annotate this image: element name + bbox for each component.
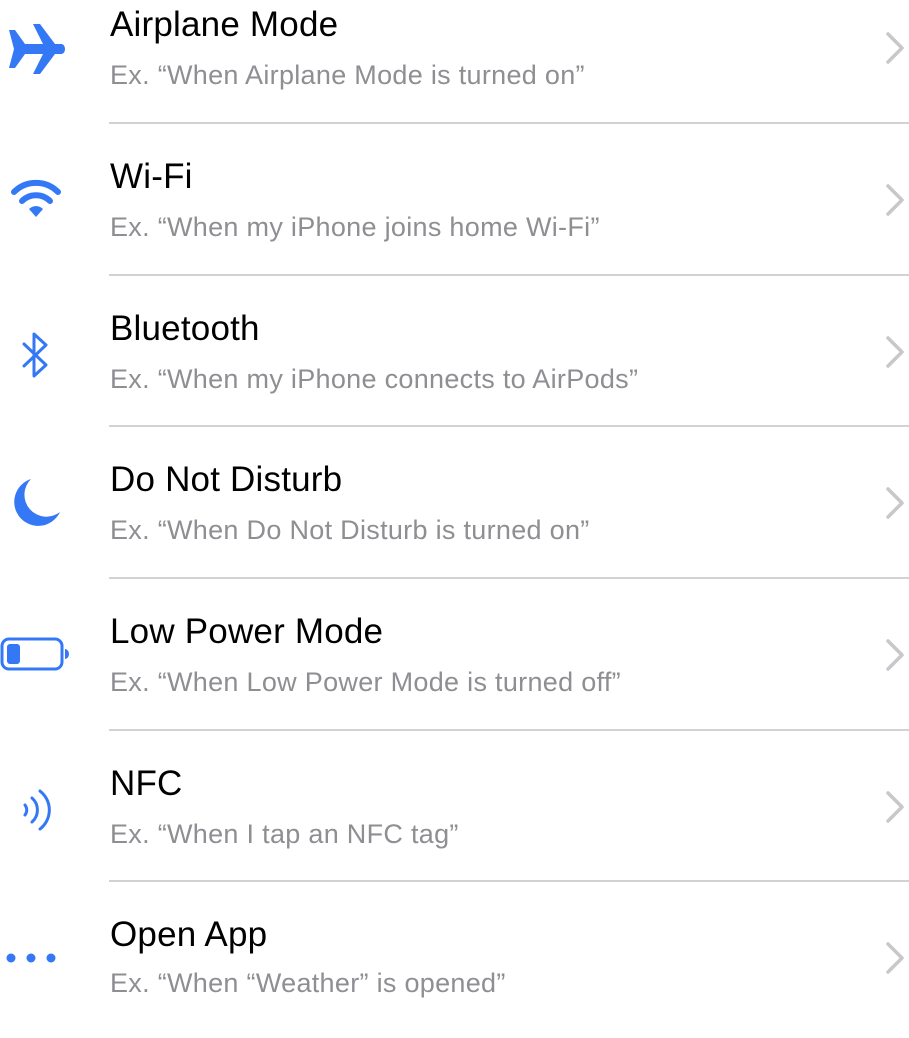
chevron-right-icon xyxy=(886,942,904,974)
row-separator xyxy=(109,122,909,124)
chevron-right-icon xyxy=(886,32,904,64)
trigger-title: Airplane Mode xyxy=(110,5,339,44)
battery-icon xyxy=(0,624,72,684)
chevron-right-icon xyxy=(886,791,904,823)
chevron-right-icon xyxy=(886,184,904,216)
trigger-row-low-power-mode[interactable]: Low Power Mode Ex. “When Low Power Mode … xyxy=(0,583,909,735)
trigger-subtitle: Ex. “When my iPhone joins home Wi-Fi” xyxy=(110,212,600,242)
trigger-row-airplane-mode[interactable]: Airplane Mode Ex. “When Airplane Mode is… xyxy=(0,0,909,128)
trigger-title: Bluetooth xyxy=(110,309,260,348)
row-separator xyxy=(109,577,909,579)
trigger-subtitle: Ex. “When Airplane Mode is turned on” xyxy=(110,60,585,90)
row-separator xyxy=(109,274,909,276)
trigger-row-do-not-disturb[interactable]: Do Not Disturb Ex. “When Do Not Disturb … xyxy=(0,431,909,583)
wifi-icon xyxy=(0,170,72,230)
trigger-title: Wi-Fi xyxy=(110,157,193,196)
airplane-icon xyxy=(0,19,72,79)
trigger-subtitle: Ex. “When Do Not Disturb is turned on” xyxy=(110,515,590,545)
chevron-right-icon xyxy=(886,487,904,519)
trigger-title: Do Not Disturb xyxy=(110,460,343,499)
trigger-subtitle: Ex. “When Low Power Mode is turned off” xyxy=(110,667,621,697)
row-separator xyxy=(109,425,909,427)
bluetooth-icon xyxy=(0,325,72,385)
chevron-right-icon xyxy=(886,639,904,671)
trigger-row-bluetooth[interactable]: Bluetooth Ex. “When my iPhone connects t… xyxy=(0,280,909,432)
trigger-subtitle: Ex. “When my iPhone connects to AirPods” xyxy=(110,364,639,394)
trigger-list: Airplane Mode Ex. “When Airplane Mode is… xyxy=(0,0,909,1000)
trigger-title: Low Power Mode xyxy=(110,612,384,651)
trigger-subtitle: Ex. “When I tap an NFC tag” xyxy=(110,819,459,849)
chevron-right-icon xyxy=(886,336,904,368)
row-separator xyxy=(109,729,909,731)
moon-icon xyxy=(0,473,72,533)
trigger-subtitle: Ex. “When “Weather” is opened” xyxy=(110,968,506,998)
trigger-row-nfc[interactable]: NFC Ex. “When I tap an NFC tag” xyxy=(0,735,909,887)
ellipsis-icon xyxy=(0,928,72,988)
trigger-row-open-app[interactable]: Open App Ex. “When “Weather” is opened” xyxy=(0,886,909,1038)
trigger-title: Open App xyxy=(110,915,268,954)
nfc-icon xyxy=(0,780,72,840)
trigger-row-wifi[interactable]: Wi-Fi Ex. “When my iPhone joins home Wi-… xyxy=(0,128,909,280)
row-separator xyxy=(109,880,909,882)
trigger-title: NFC xyxy=(110,764,183,803)
